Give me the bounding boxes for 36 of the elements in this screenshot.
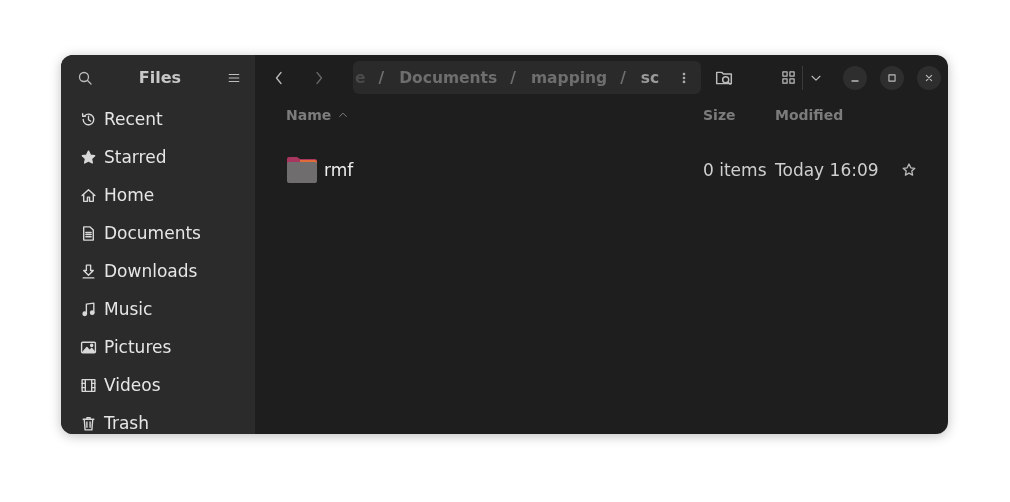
file-size: 0 items — [703, 160, 768, 180]
music-note-icon — [80, 300, 97, 318]
sidebar-item[interactable]: Downloads — [61, 252, 255, 290]
home-icon — [80, 186, 97, 204]
modified-time: Today 16:09 — [775, 160, 880, 180]
sidebar-item[interactable]: Home — [61, 176, 255, 214]
column-header[interactable]: Size — [703, 107, 775, 123]
path-separator: / — [510, 68, 516, 87]
sidebar-item[interactable]: Music — [61, 290, 255, 328]
sidebar-item[interactable]: Documents — [61, 214, 255, 252]
download-icon — [80, 262, 97, 280]
file-name[interactable]: rmf — [324, 160, 354, 180]
grid-view-icon[interactable] — [781, 70, 796, 85]
maximize-button[interactable] — [880, 65, 904, 90]
minimize-button[interactable] — [843, 65, 867, 90]
folder-icon — [286, 156, 318, 184]
path-separator: / — [620, 68, 626, 87]
breadcrumb-button[interactable]: sc — [638, 68, 660, 87]
app-title: Files — [138, 68, 182, 87]
column-header[interactable]: Modified — [775, 107, 901, 123]
star-icon — [80, 148, 97, 166]
search-icon[interactable] — [77, 69, 93, 86]
film-icon — [80, 376, 97, 394]
sidebar-item[interactable]: Recent — [61, 100, 255, 138]
sidebar-item[interactable]: Trash — [61, 404, 255, 434]
picture-icon — [80, 338, 97, 356]
sidebar-item[interactable]: Pictures — [61, 328, 255, 366]
trash-icon — [80, 414, 97, 432]
sidebar-item[interactable]: Videos — [61, 366, 255, 404]
sidebar-item[interactable]: Starred — [61, 138, 255, 176]
column-header[interactable]: Name — [286, 107, 703, 123]
minimize-icon — [851, 79, 859, 82]
path-separator: / — [378, 68, 385, 87]
star-outline-icon[interactable] — [901, 162, 917, 178]
clock-icon — [80, 110, 97, 128]
document-icon — [80, 224, 97, 242]
